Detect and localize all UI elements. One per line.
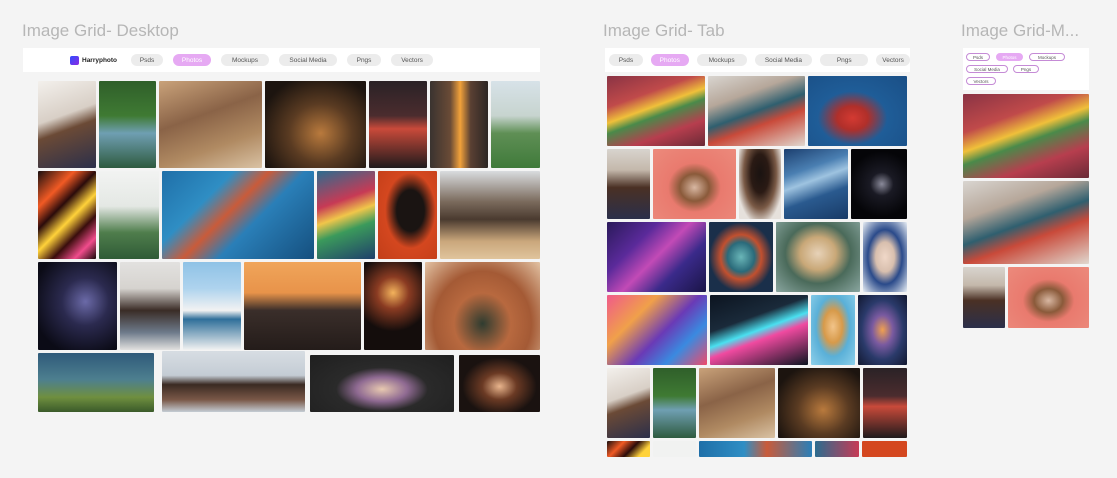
tab-nav-bar: Psds Photos Mockups Social Media Pngs Ve…: [605, 48, 911, 72]
tab-image-grid: [607, 76, 907, 457]
photo-tile[interactable]: [183, 262, 241, 350]
photo-tile[interactable]: [607, 149, 650, 219]
photo-tile[interactable]: [1008, 267, 1089, 328]
photo-tile[interactable]: [739, 149, 781, 219]
photo-tile[interactable]: [607, 76, 705, 146]
brand-name: Harryphoto: [82, 56, 118, 64]
nav-pill-vectors[interactable]: Vectors: [876, 54, 911, 66]
photo-tile[interactable]: [310, 355, 454, 412]
photo-tile[interactable]: [699, 441, 812, 457]
photo-tile[interactable]: [863, 222, 907, 292]
photo-tile[interactable]: [851, 149, 907, 219]
photo-tile[interactable]: [709, 222, 773, 292]
nav-pill-psds[interactable]: Psds: [609, 54, 643, 66]
photo-tile[interactable]: [708, 76, 805, 146]
photo-tile[interactable]: [776, 222, 860, 292]
tab-frame-title: Image Grid- Tab: [603, 21, 725, 40]
photo-tile[interactable]: [378, 171, 437, 259]
brand-logo[interactable]: Harryphoto: [70, 55, 118, 65]
photo-tile[interactable]: [963, 181, 1089, 264]
nav-pill-mockups[interactable]: Mockups: [1029, 53, 1065, 61]
photo-tile[interactable]: [364, 262, 422, 350]
photo-tile[interactable]: [38, 171, 96, 259]
nav-pill-social-media[interactable]: Social Media: [754, 54, 813, 66]
photo-tile[interactable]: [653, 368, 696, 438]
photo-tile[interactable]: [244, 262, 361, 350]
mobile-nav-bar: Psds Photos Mockups Social Media Pngs Ve…: [963, 48, 1089, 90]
photo-tile[interactable]: [607, 368, 650, 438]
photo-tile[interactable]: [811, 295, 855, 365]
photo-tile[interactable]: [607, 295, 707, 365]
nav-pill-social-media[interactable]: Social Media: [966, 65, 1008, 73]
photo-tile[interactable]: [99, 81, 156, 168]
photo-tile[interactable]: [459, 355, 540, 412]
logo-icon: [70, 55, 79, 65]
photo-tile[interactable]: [38, 353, 154, 412]
photo-tile[interactable]: [808, 76, 907, 146]
nav-pill-pngs[interactable]: Pngs: [347, 54, 382, 66]
nav-pill-vectors[interactable]: Vectors: [391, 54, 434, 66]
nav-pill-photos[interactable]: Photos: [173, 54, 212, 66]
desktop-frame-title: Image Grid- Desktop: [22, 21, 179, 40]
photo-tile[interactable]: [369, 81, 427, 168]
photo-tile[interactable]: [159, 81, 262, 168]
photo-tile[interactable]: [710, 295, 808, 365]
photo-tile[interactable]: [963, 267, 1005, 328]
photo-tile[interactable]: [653, 149, 736, 219]
nav-pill-psds[interactable]: Psds: [966, 53, 990, 61]
photo-tile[interactable]: [440, 171, 540, 259]
photo-tile[interactable]: [38, 262, 117, 350]
nav-pill-pngs[interactable]: Pngs: [820, 54, 869, 66]
photo-tile[interactable]: [162, 171, 314, 259]
nav-pill-mockups[interactable]: Mockups: [696, 54, 747, 66]
mobile-image-grid: [963, 94, 1089, 328]
desktop-nav-bar: Harryphoto Psds Photos Mockups Social Me…: [23, 48, 540, 72]
photo-tile[interactable]: [99, 171, 159, 259]
photo-tile[interactable]: [38, 81, 96, 168]
photo-tile[interactable]: [120, 262, 180, 350]
photo-tile[interactable]: [815, 441, 859, 457]
photo-tile[interactable]: [430, 81, 488, 168]
photo-tile[interactable]: [863, 368, 907, 438]
nav-pill-social-media[interactable]: Social Media: [279, 54, 338, 66]
photo-tile[interactable]: [963, 94, 1089, 178]
photo-tile[interactable]: [862, 441, 907, 457]
photo-tile[interactable]: [858, 295, 907, 365]
photo-tile[interactable]: [425, 262, 540, 350]
mobile-frame-title: Image Grid-M...: [961, 21, 1080, 40]
photo-tile[interactable]: [607, 441, 650, 457]
photo-tile[interactable]: [162, 351, 305, 412]
photo-tile[interactable]: [491, 81, 540, 168]
nav-pill-pngs[interactable]: Pngs: [1013, 65, 1039, 73]
photo-tile[interactable]: [699, 368, 775, 438]
photo-tile[interactable]: [317, 171, 375, 259]
nav-pill-psds[interactable]: Psds: [131, 54, 164, 66]
photo-tile[interactable]: [784, 149, 848, 219]
photo-tile[interactable]: [607, 222, 706, 292]
photo-tile[interactable]: [778, 368, 860, 438]
desktop-image-grid: [38, 81, 540, 412]
photo-tile[interactable]: [653, 441, 696, 457]
nav-pill-mockups[interactable]: Mockups: [221, 54, 270, 66]
nav-pill-photos[interactable]: Photos: [996, 53, 1023, 61]
nav-pill-vectors[interactable]: Vectors: [966, 77, 996, 85]
photo-tile[interactable]: [265, 81, 366, 168]
nav-pill-photos[interactable]: Photos: [650, 54, 689, 66]
